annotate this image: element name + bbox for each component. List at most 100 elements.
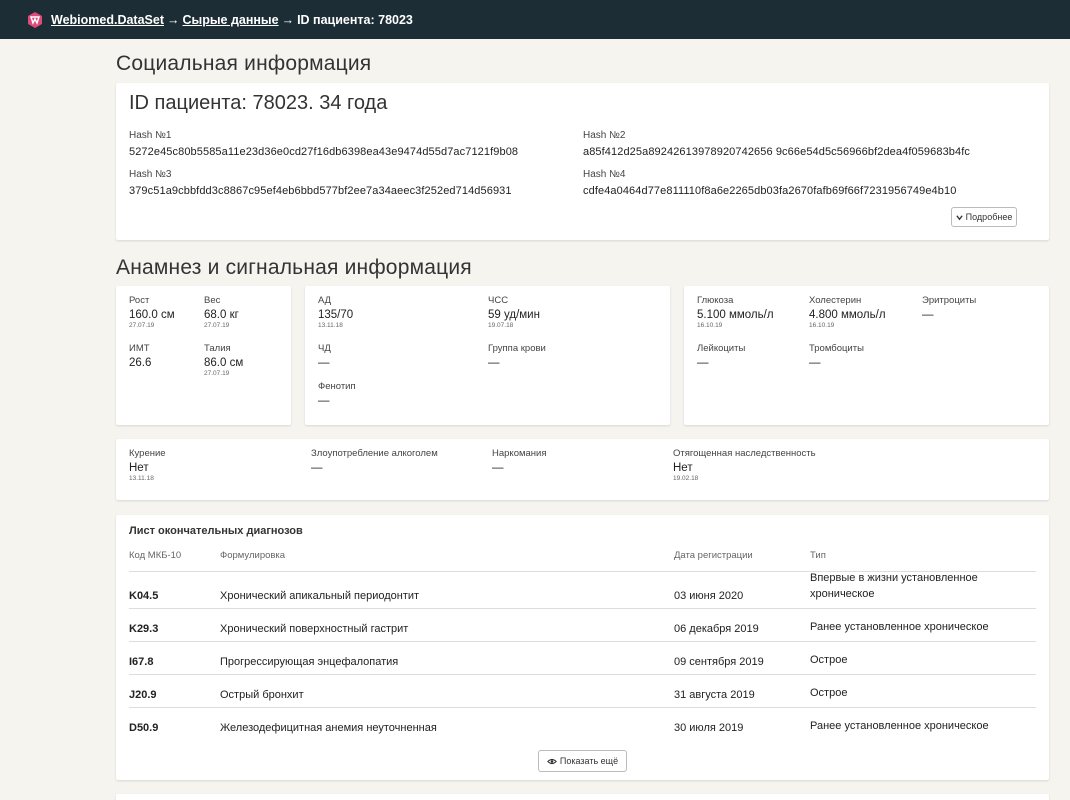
hash-4: Hash №4 cdfe4a0464d77e811110f8a6e2265db0… <box>583 169 956 197</box>
diagnosis-date: 06 декабря 2019 <box>674 623 759 635</box>
smoking-field: Курение Нет 13.11.18 <box>129 448 166 482</box>
diagnosis-formulation: Хронический апикальный периодонтит <box>220 590 420 602</box>
diagnosis-date: 31 августа 2019 <box>674 689 755 701</box>
field-value: — <box>492 462 504 474</box>
field-date: 19.07.18 <box>488 322 514 329</box>
table-row: I67.8 Прогрессирующая энцефалопатия 09 с… <box>129 641 1036 674</box>
field-date: 19.02.18 <box>673 475 699 482</box>
field-value: — <box>697 357 709 369</box>
field-date: 13.11.18 <box>129 475 154 482</box>
hash-label: Hash №3 <box>129 169 172 180</box>
field-value: — <box>922 309 934 321</box>
hash-value: 379c51a9cbbfdd3c8867c95ef4eb6bbd577bf2ee… <box>129 185 512 197</box>
labs-card: Глюкоза 5.100 ммоль/л 16.10.19 Холестери… <box>684 286 1049 425</box>
hash-1: Hash №1 5272e45c80b5585a11e23d36e0cd27f1… <box>129 130 518 158</box>
patient-title: ID пациента: 78023. 34 года <box>129 92 388 114</box>
field-value: 68.0 кг <box>204 309 239 321</box>
glucose-field: Глюкоза 5.100 ммоль/л 16.10.19 <box>697 295 774 329</box>
table-row: J20.9 Острый бронхит 31 августа 2019 Ост… <box>129 674 1036 707</box>
breadcrumb-raw-data-link[interactable]: Сырые данные <box>183 13 279 27</box>
hash-3: Hash №3 379c51a9cbbfdd3c8867c95ef4eb6bbd… <box>129 169 512 197</box>
anamnesis-section-title: Анамнез и сигнальная информация <box>116 256 472 279</box>
diagnosis-formulation: Прогрессирующая энцефалопатия <box>220 656 399 668</box>
app-home-link[interactable]: Webiomed.DataSet <box>51 13 164 27</box>
field-label: Фенотип <box>318 381 356 392</box>
blood-type-field: Группа крови — <box>488 343 546 369</box>
field-label: АД <box>318 295 332 306</box>
diagnosis-type: Ранее установленное хроническое <box>810 720 989 732</box>
field-value: 26.6 <box>129 357 152 369</box>
field-value: Нет <box>129 462 149 474</box>
hash-value: a85f412d25a89242613978920742656 9c66e54d… <box>583 146 970 158</box>
hash-value: 5272e45c80b5585a11e23d36e0cd27f16db6398e… <box>129 146 519 158</box>
field-date: 13.11.18 <box>318 322 343 329</box>
diagnosis-type: Острое <box>810 687 848 699</box>
field-date: 16.10.19 <box>697 322 723 329</box>
hash-label: Hash №1 <box>129 130 172 141</box>
height-field: Рост 160.0 см 27.07.19 <box>129 295 175 329</box>
field-label: Глюкоза <box>697 295 734 306</box>
diagnosis-code: J20.9 <box>129 689 157 701</box>
field-label: Злоупотребление алкоголем <box>311 448 438 459</box>
vitals-card: АД 135/70 13.11.18 ЧСС 59 уд/мин 19.07.1… <box>305 286 670 425</box>
field-label: Курение <box>129 448 166 459</box>
more-details-label: Подробнее <box>965 212 1013 222</box>
bmi-field: ИМТ 26.6 <box>129 343 151 369</box>
hash-2: Hash №2 a85f412d25a89242613978920742656 … <box>583 130 970 158</box>
table-row: D50.9 Железодефицитная анемия неуточненн… <box>129 707 1036 740</box>
more-details-button[interactable]: Подробнее <box>951 207 1017 227</box>
field-value: 135/70 <box>318 309 354 321</box>
weight-field: Вес 68.0 кг 27.07.19 <box>204 295 239 329</box>
field-label: Вес <box>204 295 221 306</box>
field-value: — <box>318 357 330 369</box>
waist-field: Талия 86.0 см 27.07.19 <box>204 343 243 377</box>
hash-label: Hash №4 <box>583 169 626 180</box>
field-label: ЧСС <box>488 295 509 306</box>
breadcrumb-arrow: → <box>167 12 180 27</box>
field-label: ИМТ <box>129 343 150 354</box>
cholesterol-field: Холестерин 4.800 ммоль/л 16.10.19 <box>809 295 886 329</box>
eye-icon <box>547 758 557 764</box>
field-value: 86.0 см <box>204 357 244 369</box>
show-more-button[interactable]: Показать ещё <box>538 750 627 772</box>
hash-label: Hash №2 <box>583 130 626 141</box>
drug-addiction-field: Наркомания — <box>492 448 547 474</box>
field-value: — <box>311 462 323 474</box>
leukocytes-field: Лейкоциты — <box>697 343 745 369</box>
heredity-field: Отягощенная наследственность Нет 19.02.1… <box>673 448 816 482</box>
field-label: Талия <box>204 343 231 354</box>
column-header-type: Тип <box>810 550 826 561</box>
erythrocytes-field: Эритроциты — <box>922 295 976 321</box>
column-header-code: Код МКБ-10 <box>129 550 182 561</box>
platelets-field: Тромбоциты — <box>809 343 864 369</box>
field-value: — <box>809 357 821 369</box>
diagnosis-date: 09 сентября 2019 <box>674 656 764 668</box>
field-value: 5.100 ммоль/л <box>697 309 774 321</box>
social-section-title: Социальная информация <box>116 52 372 75</box>
hash-value: cdfe4a0464d77e811110f8a6e2265db03fa2670f… <box>583 185 957 197</box>
field-value: — <box>488 357 500 369</box>
field-label: Группа крови <box>488 343 546 354</box>
diagnosis-formulation: Хронический поверхностный гастрит <box>220 623 409 635</box>
field-date: 16.10.19 <box>809 322 835 329</box>
patient-card: ID пациента: 78023. 34 года Hash №1 5272… <box>116 83 1049 240</box>
field-label: Эритроциты <box>922 295 977 306</box>
chevron-down-icon <box>955 214 963 220</box>
phenotype-field: Фенотип — <box>318 381 356 407</box>
heart-rate-field: ЧСС 59 уд/мин 19.07.18 <box>488 295 540 329</box>
respiration-rate-field: ЧД — <box>318 343 331 369</box>
diagnosis-type: Острое <box>810 654 848 666</box>
column-header-date: Дата регистрации <box>674 550 753 561</box>
field-value: 4.800 ммоль/л <box>809 309 886 321</box>
body-metrics-card: Рост 160.0 см 27.07.19 Вес 68.0 кг 27.07… <box>116 286 291 425</box>
field-label: Отягощенная наследственность <box>673 448 816 459</box>
field-label: ЧД <box>318 343 331 354</box>
show-more-label: Показать ещё <box>559 756 619 766</box>
diagnoses-card: Лист окончательных диагнозов Код МКБ-10 … <box>116 515 1049 780</box>
diagnosis-code: K04.5 <box>129 590 159 602</box>
diagnosis-type: Ранее установленное хроническое <box>810 621 989 633</box>
diagnosis-code: K29.3 <box>129 623 159 635</box>
field-label: Рост <box>129 295 150 306</box>
top-navbar: Webiomed.DataSet → Сырые данные → ID пац… <box>0 0 1070 39</box>
field-label: Холестерин <box>809 295 862 306</box>
